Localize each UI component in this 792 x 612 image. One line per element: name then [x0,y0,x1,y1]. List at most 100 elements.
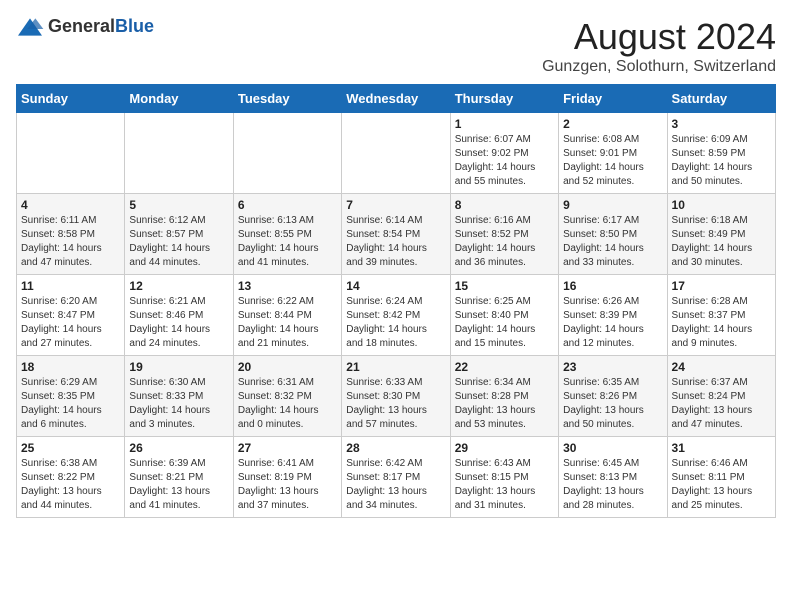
calendar-cell [17,113,125,194]
day-info: Sunrise: 6:28 AMSunset: 8:37 PMDaylight:… [672,295,771,351]
day-info: Sunrise: 6:38 AMSunset: 8:22 PMDaylight:… [21,457,120,513]
location-title: Gunzgen, Solothurn, Switzerland [542,58,776,76]
day-info: Sunrise: 6:09 AMSunset: 8:59 PMDaylight:… [672,133,771,189]
day-info: Sunrise: 6:45 AMSunset: 8:13 PMDaylight:… [563,457,662,513]
calendar-cell: 20Sunrise: 6:31 AMSunset: 8:32 PMDayligh… [233,356,341,437]
day-number: 18 [21,360,120,374]
day-info: Sunrise: 6:08 AMSunset: 9:01 PMDaylight:… [563,133,662,189]
day-info: Sunrise: 6:35 AMSunset: 8:26 PMDaylight:… [563,376,662,432]
day-number: 16 [563,279,662,293]
day-number: 14 [346,279,445,293]
day-number: 8 [455,198,554,212]
calendar-cell: 11 Sunrise: 6:20 AMSunset: 8:47 PMDayligh… [17,275,125,356]
calendar-week-row: 4 Sunrise: 6:11 AMSunset: 8:58 PMDaylight… [17,194,776,275]
calendar-cell: 26 Sunrise: 6:39 AMSunset: 8:21 PMDayligh… [125,437,233,518]
day-number: 11 [21,279,120,293]
day-info: Sunrise: 6:13 AMSunset: 8:55 PMDaylight:… [238,214,337,270]
calendar-week-row: 25Sunrise: 6:38 AMSunset: 8:22 PMDayligh… [17,437,776,518]
day-number: 24 [672,360,771,374]
day-number: 5 [129,198,228,212]
day-info: Sunrise: 6:29 AMSunset: 8:35 PMDaylight:… [21,376,120,432]
calendar-week-row: 1 Sunrise: 6:07 AMSunset: 9:02 PMDaylight… [17,113,776,194]
day-header-wednesday: Wednesday [342,85,450,113]
day-number: 3 [672,117,771,131]
day-number: 15 [455,279,554,293]
day-number: 2 [563,117,662,131]
day-number: 31 [672,441,771,455]
calendar-header-row: SundayMondayTuesdayWednesdayThursdayFrid… [17,85,776,113]
day-info: Sunrise: 6:11 AMSunset: 8:58 PMDaylight:… [21,214,120,270]
calendar-cell: 5 Sunrise: 6:12 AMSunset: 8:57 PMDaylight… [125,194,233,275]
calendar-cell: 27 Sunrise: 6:41 AMSunset: 8:19 PMDayligh… [233,437,341,518]
day-info: Sunrise: 6:42 AMSunset: 8:17 PMDaylight:… [346,457,445,513]
day-info: Sunrise: 6:24 AMSunset: 8:42 PMDaylight:… [346,295,445,351]
calendar-cell: 21 Sunrise: 6:33 AMSunset: 8:30 PMDayligh… [342,356,450,437]
day-number: 6 [238,198,337,212]
day-info: Sunrise: 6:17 AMSunset: 8:50 PMDaylight:… [563,214,662,270]
calendar-cell: 23 Sunrise: 6:35 AMSunset: 8:26 PMDayligh… [559,356,667,437]
day-info: Sunrise: 6:43 AMSunset: 8:15 PMDaylight:… [455,457,554,513]
calendar-cell: 4 Sunrise: 6:11 AMSunset: 8:58 PMDaylight… [17,194,125,275]
calendar-cell: 7Sunrise: 6:14 AMSunset: 8:54 PMDaylight… [342,194,450,275]
day-info: Sunrise: 6:20 AMSunset: 8:47 PMDaylight:… [21,295,120,351]
day-info: Sunrise: 6:46 AMSunset: 8:11 PMDaylight:… [672,457,771,513]
calendar-cell: 1 Sunrise: 6:07 AMSunset: 9:02 PMDaylight… [450,113,558,194]
day-number: 20 [238,360,337,374]
page-header: GeneralBlue August 2024 Gunzgen, Solothu… [16,16,776,76]
day-info: Sunrise: 6:41 AMSunset: 8:19 PMDaylight:… [238,457,337,513]
day-number: 22 [455,360,554,374]
day-number: 12 [129,279,228,293]
day-number: 17 [672,279,771,293]
title-block: August 2024 Gunzgen, Solothurn, Switzerl… [542,16,776,76]
day-number: 4 [21,198,120,212]
logo: GeneralBlue [16,16,154,37]
logo-blue: Blue [115,16,154,36]
calendar-table: SundayMondayTuesdayWednesdayThursdayFrid… [16,84,776,518]
calendar-cell: 31 Sunrise: 6:46 AMSunset: 8:11 PMDayligh… [667,437,775,518]
day-info: Sunrise: 6:12 AMSunset: 8:57 PMDaylight:… [129,214,228,270]
calendar-week-row: 18 Sunrise: 6:29 AMSunset: 8:35 PMDayligh… [17,356,776,437]
day-info: Sunrise: 6:25 AMSunset: 8:40 PMDaylight:… [455,295,554,351]
calendar-cell: 24Sunrise: 6:37 AMSunset: 8:24 PMDayligh… [667,356,775,437]
day-number: 23 [563,360,662,374]
calendar-cell: 9 Sunrise: 6:17 AMSunset: 8:50 PMDaylight… [559,194,667,275]
calendar-cell: 6 Sunrise: 6:13 AMSunset: 8:55 PMDaylight… [233,194,341,275]
day-number: 1 [455,117,554,131]
calendar-cell: 8 Sunrise: 6:16 AMSunset: 8:52 PMDaylight… [450,194,558,275]
calendar-cell: 10Sunrise: 6:18 AMSunset: 8:49 PMDayligh… [667,194,775,275]
calendar-cell: 22 Sunrise: 6:34 AMSunset: 8:28 PMDayligh… [450,356,558,437]
calendar-cell: 25Sunrise: 6:38 AMSunset: 8:22 PMDayligh… [17,437,125,518]
calendar-cell: 3 Sunrise: 6:09 AMSunset: 8:59 PMDaylight… [667,113,775,194]
day-number: 26 [129,441,228,455]
calendar-cell [125,113,233,194]
day-info: Sunrise: 6:21 AMSunset: 8:46 PMDaylight:… [129,295,228,351]
day-number: 29 [455,441,554,455]
day-number: 7 [346,198,445,212]
day-header-monday: Monday [125,85,233,113]
day-number: 27 [238,441,337,455]
day-header-friday: Friday [559,85,667,113]
calendar-cell: 14 Sunrise: 6:24 AMSunset: 8:42 PMDayligh… [342,275,450,356]
day-info: Sunrise: 6:30 AMSunset: 8:33 PMDaylight:… [129,376,228,432]
day-info: Sunrise: 6:39 AMSunset: 8:21 PMDaylight:… [129,457,228,513]
logo-icon [16,17,44,37]
calendar-cell: 13 Sunrise: 6:22 AMSunset: 8:44 PMDayligh… [233,275,341,356]
day-info: Sunrise: 6:22 AMSunset: 8:44 PMDaylight:… [238,295,337,351]
calendar-cell: 16Sunrise: 6:26 AMSunset: 8:39 PMDayligh… [559,275,667,356]
day-info: Sunrise: 6:34 AMSunset: 8:28 PMDaylight:… [455,376,554,432]
day-number: 21 [346,360,445,374]
day-info: Sunrise: 6:33 AMSunset: 8:30 PMDaylight:… [346,376,445,432]
day-number: 30 [563,441,662,455]
day-number: 9 [563,198,662,212]
day-header-tuesday: Tuesday [233,85,341,113]
day-header-thursday: Thursday [450,85,558,113]
calendar-cell: 15 Sunrise: 6:25 AMSunset: 8:40 PMDayligh… [450,275,558,356]
day-info: Sunrise: 6:16 AMSunset: 8:52 PMDaylight:… [455,214,554,270]
month-title: August 2024 [542,16,776,58]
day-number: 28 [346,441,445,455]
logo-general: General [48,16,115,36]
day-info: Sunrise: 6:07 AMSunset: 9:02 PMDaylight:… [455,133,554,189]
day-number: 13 [238,279,337,293]
calendar-cell: 2 Sunrise: 6:08 AMSunset: 9:01 PMDaylight… [559,113,667,194]
calendar-cell: 18 Sunrise: 6:29 AMSunset: 8:35 PMDayligh… [17,356,125,437]
